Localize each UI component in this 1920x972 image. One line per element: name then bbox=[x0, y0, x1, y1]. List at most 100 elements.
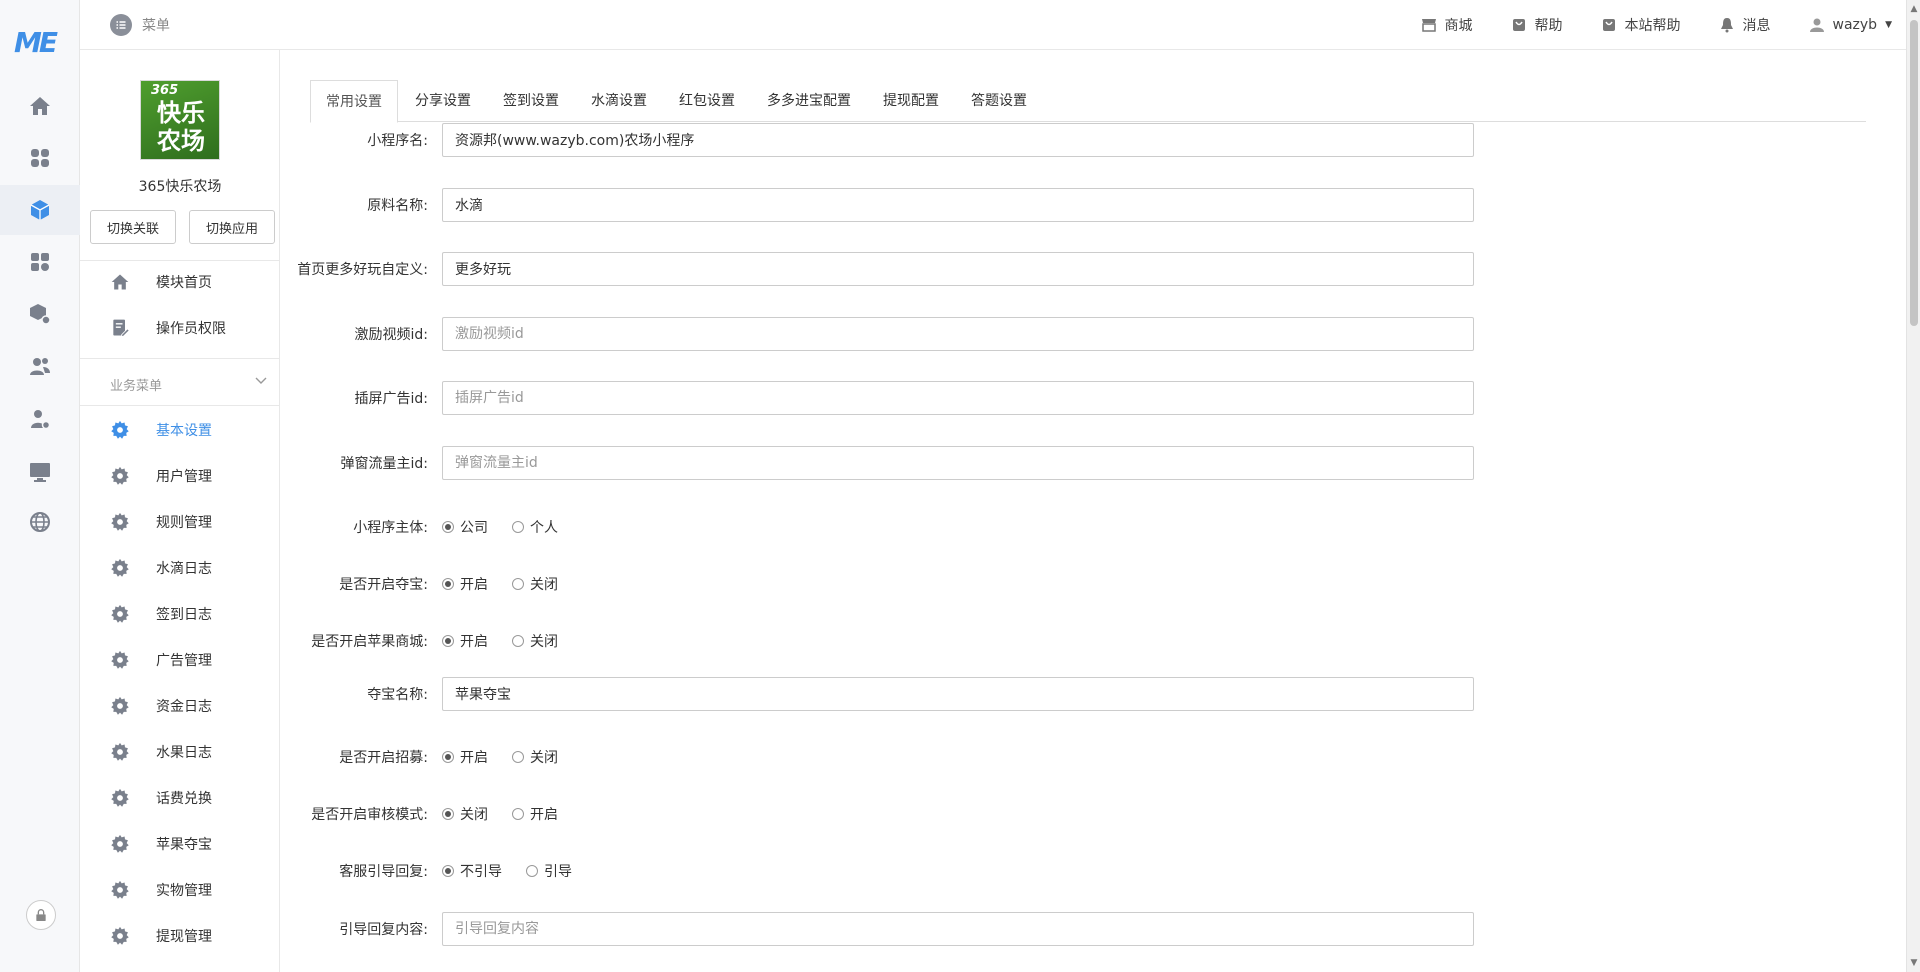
lock-icon[interactable] bbox=[26, 900, 56, 930]
radio-button[interactable] bbox=[442, 521, 454, 533]
menu-label: 菜单 bbox=[142, 18, 170, 34]
tab-0[interactable]: 常用设置 bbox=[310, 80, 398, 123]
radio-button[interactable] bbox=[526, 865, 538, 877]
cs-reply-radio-none[interactable]: 不引导 bbox=[442, 861, 502, 881]
tab-1[interactable]: 分享设置 bbox=[400, 80, 486, 122]
store-link[interactable]: 商城 bbox=[1421, 15, 1473, 35]
gear-icon bbox=[110, 650, 130, 670]
messages-link[interactable]: 消息 bbox=[1719, 15, 1771, 35]
gear-icon bbox=[110, 604, 130, 624]
treasure-radio-off[interactable]: 关闭 bbox=[512, 574, 558, 594]
scroll-up-arrow[interactable]: ▲ bbox=[1907, 2, 1920, 16]
apple-mall-radio-on[interactable]: 开启 bbox=[442, 631, 488, 651]
radio-button[interactable] bbox=[512, 521, 524, 533]
form-row-recruit: 是否开启招募: 开启 关闭 bbox=[280, 739, 1480, 775]
globe-icon[interactable] bbox=[26, 508, 54, 536]
radio-button[interactable] bbox=[512, 635, 524, 647]
business-menu-item[interactable]: 实物管理 bbox=[80, 868, 279, 912]
recruit-radio-off[interactable]: 关闭 bbox=[512, 747, 558, 767]
top-bar: 菜单 商城 帮助 本站帮助 消息 wazyb ▼ bbox=[80, 0, 1920, 50]
nav-item-operator-permissions[interactable]: 操作员权限 bbox=[80, 306, 279, 350]
entity-radio-company[interactable]: 公司 bbox=[442, 517, 488, 537]
radio-button[interactable] bbox=[512, 808, 524, 820]
material-name-input[interactable] bbox=[442, 188, 1474, 222]
user-settings-icon[interactable] bbox=[26, 405, 54, 433]
radio-label: 引导 bbox=[544, 864, 572, 880]
business-menu-item[interactable]: 签到日志 bbox=[80, 592, 279, 636]
gear-icon bbox=[110, 788, 130, 808]
cube-icon[interactable] bbox=[0, 185, 80, 235]
business-menu-item[interactable]: 话费兑换 bbox=[80, 776, 279, 820]
radio-label: 开启 bbox=[460, 750, 488, 766]
nav-item-module-home[interactable]: 模块首页 bbox=[80, 260, 279, 304]
treasure-name-input[interactable] bbox=[442, 677, 1474, 711]
tab-4[interactable]: 红包设置 bbox=[664, 80, 750, 122]
reward-video-id-input[interactable] bbox=[442, 317, 1474, 351]
business-menu-item[interactable]: 用户管理 bbox=[80, 454, 279, 498]
apple-mall-radio-off[interactable]: 关闭 bbox=[512, 631, 558, 651]
business-menu-item[interactable]: 资金日志 bbox=[80, 684, 279, 728]
scrollbar-thumb[interactable] bbox=[1910, 20, 1918, 326]
business-menu-item-label: 水滴日志 bbox=[156, 561, 212, 577]
recruit-radio-on[interactable]: 开启 bbox=[442, 747, 488, 767]
help-link[interactable]: 帮助 bbox=[1511, 15, 1563, 35]
business-menu-item[interactable]: 水滴日志 bbox=[80, 546, 279, 590]
home-more-input[interactable] bbox=[442, 252, 1474, 286]
tab-5[interactable]: 多多进宝配置 bbox=[752, 80, 866, 122]
radio-button[interactable] bbox=[512, 578, 524, 590]
business-menu-item[interactable]: 提现管理 bbox=[80, 914, 279, 958]
app-thumbnail-top: 365 bbox=[151, 83, 179, 98]
gear-icon bbox=[110, 420, 130, 440]
field-label: 是否开启审核模式: bbox=[311, 807, 428, 823]
radio-button[interactable] bbox=[512, 751, 524, 763]
radio-button[interactable] bbox=[442, 808, 454, 820]
radio-button[interactable] bbox=[442, 865, 454, 877]
gear-icon bbox=[110, 834, 130, 854]
apps-grid-icon[interactable] bbox=[26, 144, 54, 172]
tab-2[interactable]: 签到设置 bbox=[488, 80, 574, 122]
business-menu-item[interactable]: 广告管理 bbox=[80, 638, 279, 682]
tab-3[interactable]: 水滴设置 bbox=[576, 80, 662, 122]
switch-link-button[interactable]: 切换关联 bbox=[90, 210, 176, 244]
popup-traffic-id-input[interactable] bbox=[442, 446, 1474, 480]
audit-mode-radio-off[interactable]: 关闭 bbox=[442, 804, 488, 824]
radio-button[interactable] bbox=[442, 635, 454, 647]
page-scrollbar[interactable]: ▲ ▼ bbox=[1906, 0, 1920, 972]
site-help-link[interactable]: 本站帮助 bbox=[1601, 15, 1681, 35]
switch-app-button[interactable]: 切换应用 bbox=[189, 210, 275, 244]
interstitial-ad-id-input[interactable] bbox=[442, 381, 1474, 415]
radio-label: 关闭 bbox=[530, 750, 558, 766]
menu-toggle[interactable]: 菜单 bbox=[110, 14, 170, 36]
business-menu-item[interactable]: 苹果夺宝 bbox=[80, 822, 279, 866]
radio-label: 关闭 bbox=[530, 577, 558, 593]
brand-logo[interactable]: ME bbox=[14, 26, 64, 59]
reply-content-input[interactable] bbox=[442, 912, 1474, 946]
home-icon[interactable] bbox=[26, 92, 54, 120]
box-settings-icon[interactable] bbox=[26, 300, 54, 328]
audit-mode-radio-on[interactable]: 开启 bbox=[512, 804, 558, 824]
treasure-radio-on[interactable]: 开启 bbox=[442, 574, 488, 594]
tab-6[interactable]: 提现配置 bbox=[868, 80, 954, 122]
business-menu-header[interactable]: 业务菜单 bbox=[80, 358, 279, 406]
form-row-audit-mode: 是否开启审核模式: 关闭 开启 bbox=[280, 796, 1480, 832]
radio-button[interactable] bbox=[442, 578, 454, 590]
miniapp-name-input[interactable] bbox=[442, 123, 1474, 157]
business-menu-item[interactable]: 基本设置 bbox=[80, 408, 279, 452]
business-menu-item[interactable]: 规则管理 bbox=[80, 500, 279, 544]
tab-7[interactable]: 答题设置 bbox=[956, 80, 1042, 122]
users-icon[interactable] bbox=[26, 352, 54, 380]
entity-radio-personal[interactable]: 个人 bbox=[512, 517, 558, 537]
help-bag-icon bbox=[1512, 19, 1525, 31]
scroll-down-arrow[interactable]: ▼ bbox=[1907, 956, 1920, 970]
modules-icon[interactable] bbox=[26, 248, 54, 276]
audit-mode-radio-group: 关闭 开启 bbox=[442, 804, 574, 824]
business-menu-item[interactable]: 水果日志 bbox=[80, 730, 279, 774]
form-row-entity: 小程序主体: 公司 个人 bbox=[280, 509, 1480, 545]
field-label: 激励视频id: bbox=[354, 327, 429, 343]
user-menu[interactable]: wazyb ▼ bbox=[1809, 17, 1892, 33]
radio-button[interactable] bbox=[442, 751, 454, 763]
monitor-icon[interactable] bbox=[26, 458, 54, 486]
cs-reply-radio-guide[interactable]: 引导 bbox=[526, 861, 572, 881]
entity-radio-group: 公司 个人 bbox=[442, 517, 574, 537]
store-link-label: 商城 bbox=[1444, 18, 1473, 34]
